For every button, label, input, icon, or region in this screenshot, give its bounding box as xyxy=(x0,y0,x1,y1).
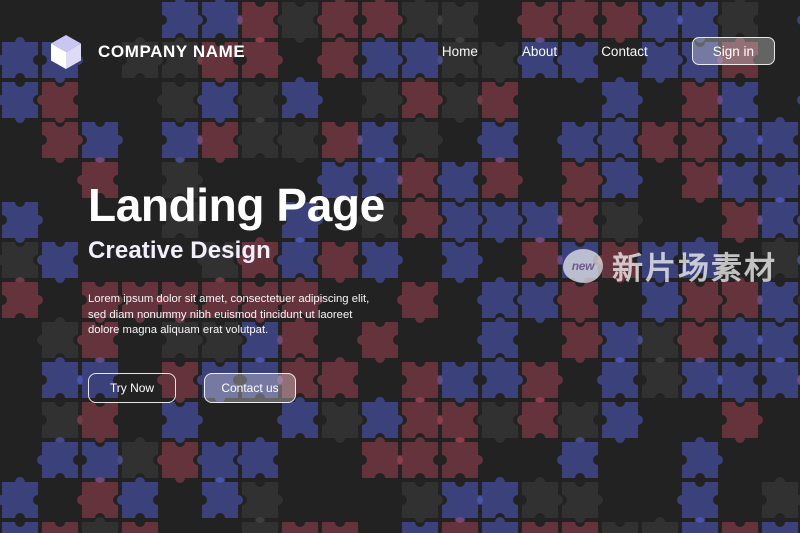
nav-link-about[interactable]: About xyxy=(500,38,579,65)
hero-description: Lorem ipsum dolor sit amet, consectetuer… xyxy=(88,293,370,336)
try-now-button[interactable]: Try Now xyxy=(88,372,176,403)
brand-name: COMPANY NAME xyxy=(98,42,246,61)
landing-page-screenshot: COMPANY NAME Home About Contact Sign in … xyxy=(0,0,800,533)
site-header: COMPANY NAME Home About Contact Sign in xyxy=(0,0,800,100)
watermark-new-badge: new xyxy=(563,248,603,283)
page-title: Landing Page xyxy=(88,179,385,231)
hero-cta-group: Try Now Contact us xyxy=(88,372,418,403)
watermark-badge-label: new xyxy=(571,258,595,273)
main-navigation: Home About Contact Sign in xyxy=(420,37,775,65)
page-subtitle: Creative Design xyxy=(88,237,271,264)
contact-us-button[interactable]: Contact us xyxy=(204,372,296,403)
stock-watermark: new 新片场素材 xyxy=(563,243,777,288)
nav-link-contact[interactable]: Contact xyxy=(579,38,670,65)
sign-in-button[interactable]: Sign in xyxy=(691,37,775,65)
watermark-label: 新片场素材 xyxy=(612,251,777,286)
nav-link-home[interactable]: Home xyxy=(420,38,500,65)
hero-section: Landing Page Creative Design Lorem ipsum… xyxy=(88,180,418,403)
cube-icon xyxy=(48,33,84,71)
brand-logo[interactable]: COMPANY NAME xyxy=(48,33,245,71)
